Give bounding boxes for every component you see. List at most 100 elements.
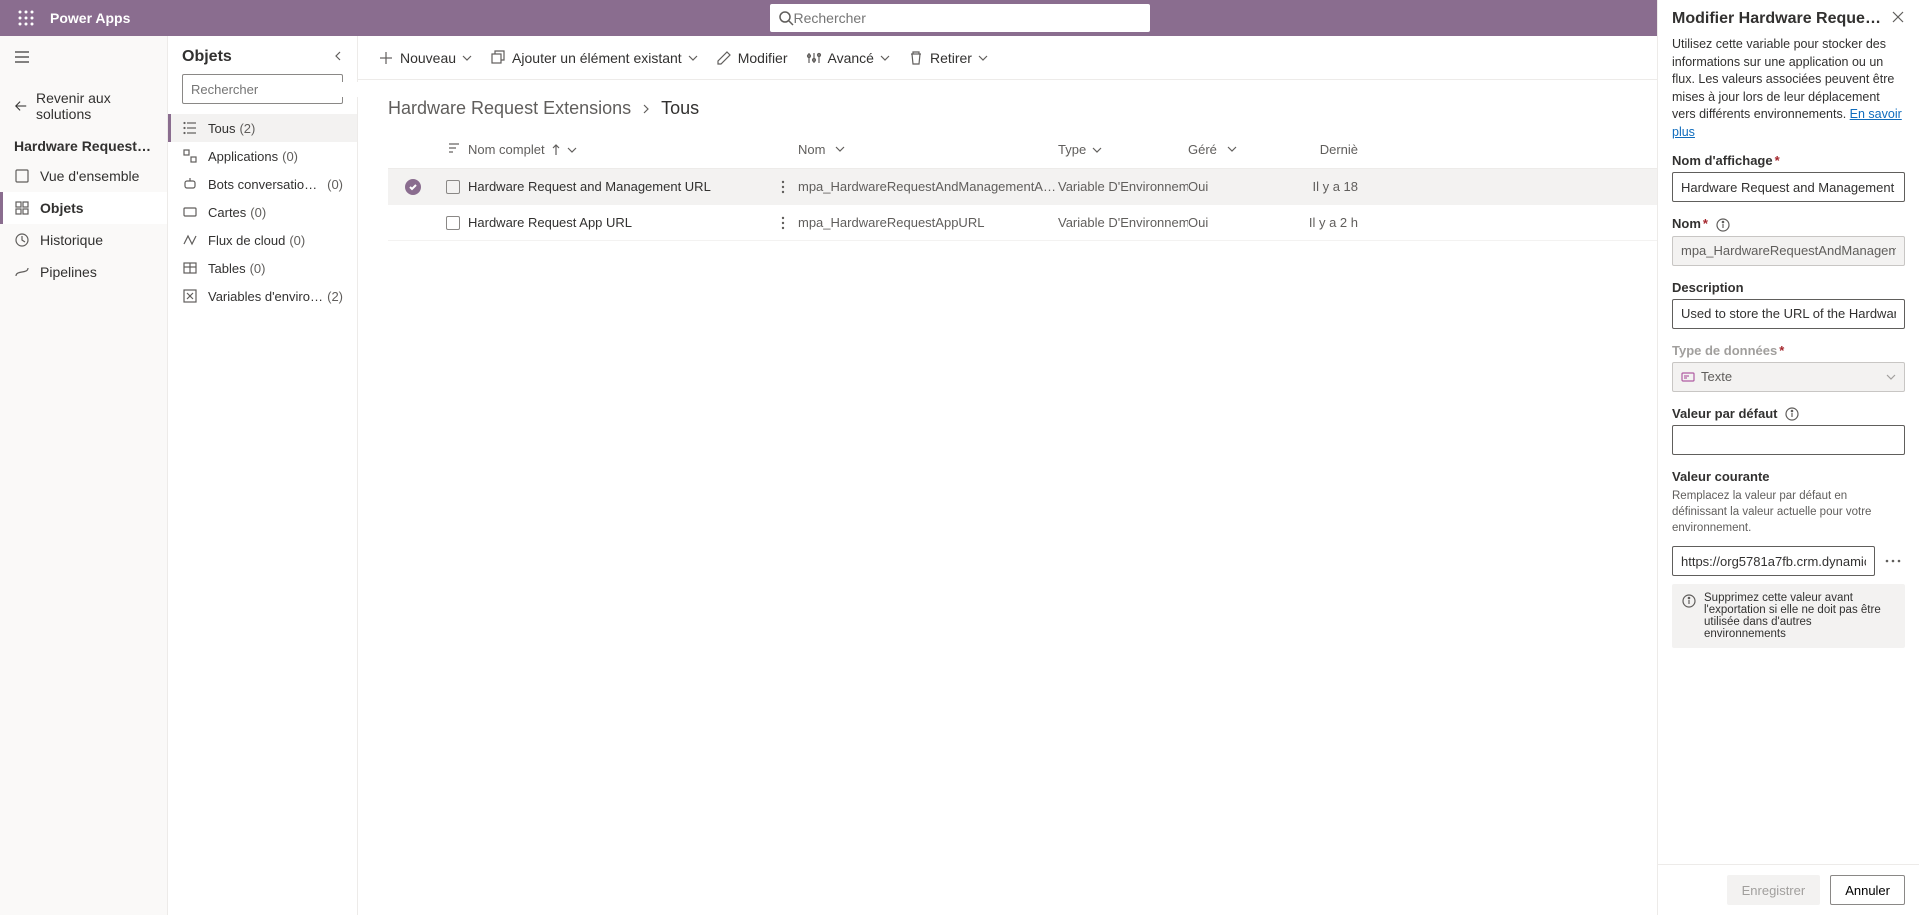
chevron-down-icon (880, 53, 890, 63)
save-button: Enregistrer (1727, 875, 1821, 905)
objects-search-input[interactable] (191, 82, 367, 97)
row-name: mpa_HardwareRequestAndManagementAppURL (798, 179, 1058, 194)
back-to-solutions[interactable]: Revenir aux solutions (0, 80, 167, 132)
nav-history[interactable]: Historique (0, 224, 167, 256)
tree-item-count: (0) (250, 205, 266, 220)
current-value-input[interactable] (1672, 546, 1875, 576)
nav-objects[interactable]: Objets (0, 192, 167, 224)
cmd-label: Ajouter un élément existant (512, 50, 682, 66)
variable-icon (182, 288, 198, 304)
tree-item-count: (2) (327, 289, 343, 304)
export-warning: Supprimez cette valeur avant l'exportati… (1672, 584, 1905, 648)
more-horizontal-icon (1885, 559, 1901, 563)
cmd-label: Retirer (930, 50, 972, 66)
tree-all[interactable]: Tous (2) (168, 114, 357, 142)
tree-item-count: (0) (282, 149, 298, 164)
nav-overview[interactable]: Vue d'ensemble (0, 160, 167, 192)
global-search-input[interactable] (794, 10, 1142, 26)
row-checkbox[interactable] (405, 179, 421, 195)
edit-icon (716, 50, 732, 66)
cmd-add-existing[interactable]: Ajouter un élément existant (490, 50, 698, 66)
chevron-down-icon (567, 145, 577, 155)
display-name-input[interactable] (1672, 172, 1905, 202)
flow-icon (182, 232, 198, 248)
history-icon (14, 232, 30, 248)
tree-apps[interactable]: Applications (0) (168, 142, 357, 170)
advanced-icon (806, 50, 822, 66)
cmd-label: Modifier (738, 50, 788, 66)
cmd-new[interactable]: Nouveau (378, 50, 472, 66)
edit-panel: Modifier Hardware Request ... Utilisez c… (1657, 0, 1919, 915)
sort-icon[interactable] (445, 140, 461, 159)
hamburger-icon[interactable] (14, 49, 30, 68)
tree-cloud-flows[interactable]: Flux de cloud (0) (168, 226, 357, 254)
collapse-tree-icon[interactable] (333, 48, 343, 66)
col-header-label: Géré (1188, 142, 1217, 157)
add-existing-icon (490, 50, 506, 66)
data-type-label: Type de données* (1672, 343, 1905, 358)
env-variable-icon (446, 216, 460, 230)
tree-chatbots[interactable]: Bots conversationnels (0) (168, 170, 357, 198)
nav-item-label: Historique (40, 232, 103, 248)
tree-tables[interactable]: Tables (0) (168, 254, 357, 282)
global-search[interactable] (770, 4, 1150, 32)
chevron-down-icon (462, 53, 472, 63)
cmd-label: Avancé (828, 50, 874, 66)
nav-item-label: Objets (40, 200, 84, 216)
bot-icon (182, 176, 198, 192)
row-more-menu[interactable] (768, 216, 798, 230)
col-managed[interactable]: Géré (1188, 142, 1278, 157)
cancel-button[interactable]: Annuler (1830, 875, 1905, 905)
cmd-edit[interactable]: Modifier (716, 50, 788, 66)
row-modified: Il y a 18 (1278, 179, 1358, 194)
info-icon[interactable] (1716, 218, 1730, 232)
description-input[interactable] (1672, 299, 1905, 329)
tree-item-count: (0) (327, 177, 343, 192)
row-managed: Oui (1188, 215, 1278, 230)
tree-cards[interactable]: Cartes (0) (168, 198, 357, 226)
breadcrumb-parent[interactable]: Hardware Request Extensions (388, 98, 631, 119)
col-type[interactable]: Type (1058, 142, 1188, 157)
chevron-right-icon (641, 104, 651, 114)
info-icon (1682, 594, 1696, 608)
col-modified[interactable]: Derniè (1278, 142, 1358, 157)
panel-footer: Enregistrer Annuler (1658, 864, 1919, 915)
row-display-name[interactable]: Hardware Request App URL (468, 215, 768, 230)
info-icon[interactable] (1785, 407, 1799, 421)
apps-icon (182, 148, 198, 164)
default-value-input[interactable] (1672, 425, 1905, 455)
nav-pipelines[interactable]: Pipelines (0, 256, 167, 288)
description-label: Description (1672, 280, 1905, 295)
list-icon (182, 120, 198, 136)
row-more-menu[interactable] (768, 180, 798, 194)
row-display-name[interactable]: Hardware Request and Management URL (468, 179, 768, 194)
close-panel-icon[interactable] (1891, 10, 1905, 27)
chevron-down-icon (688, 53, 698, 63)
cmd-label: Nouveau (400, 50, 456, 66)
data-type-value: Texte (1701, 369, 1732, 384)
plus-icon (378, 50, 394, 66)
text-type-icon (1681, 370, 1695, 384)
col-header-label: Nom (798, 142, 825, 157)
waffle-icon[interactable] (8, 0, 44, 36)
sort-asc-icon (551, 144, 561, 156)
delete-icon (908, 50, 924, 66)
back-label: Revenir aux solutions (36, 90, 153, 122)
tree-item-count: (0) (250, 261, 266, 276)
cmd-remove[interactable]: Retirer (908, 50, 988, 66)
tree-env-variables[interactable]: Variables d'environne... (2) (168, 282, 357, 310)
col-display-name[interactable]: Nom complet (468, 142, 768, 157)
tree-item-label: Bots conversationnels (208, 177, 323, 192)
col-header-label: Type (1058, 142, 1086, 157)
name-input (1672, 236, 1905, 266)
col-header-label: Derniè (1320, 142, 1358, 157)
objects-search[interactable] (182, 74, 343, 104)
current-value-more[interactable] (1881, 549, 1905, 573)
row-managed: Oui (1188, 179, 1278, 194)
chevron-down-icon (1092, 145, 1102, 155)
cmd-advanced[interactable]: Avancé (806, 50, 890, 66)
more-vertical-icon (776, 180, 790, 194)
tree-item-label: Applications (208, 149, 278, 164)
solution-name: Hardware Request Exte... (0, 132, 167, 160)
col-name[interactable]: Nom (798, 142, 1058, 157)
